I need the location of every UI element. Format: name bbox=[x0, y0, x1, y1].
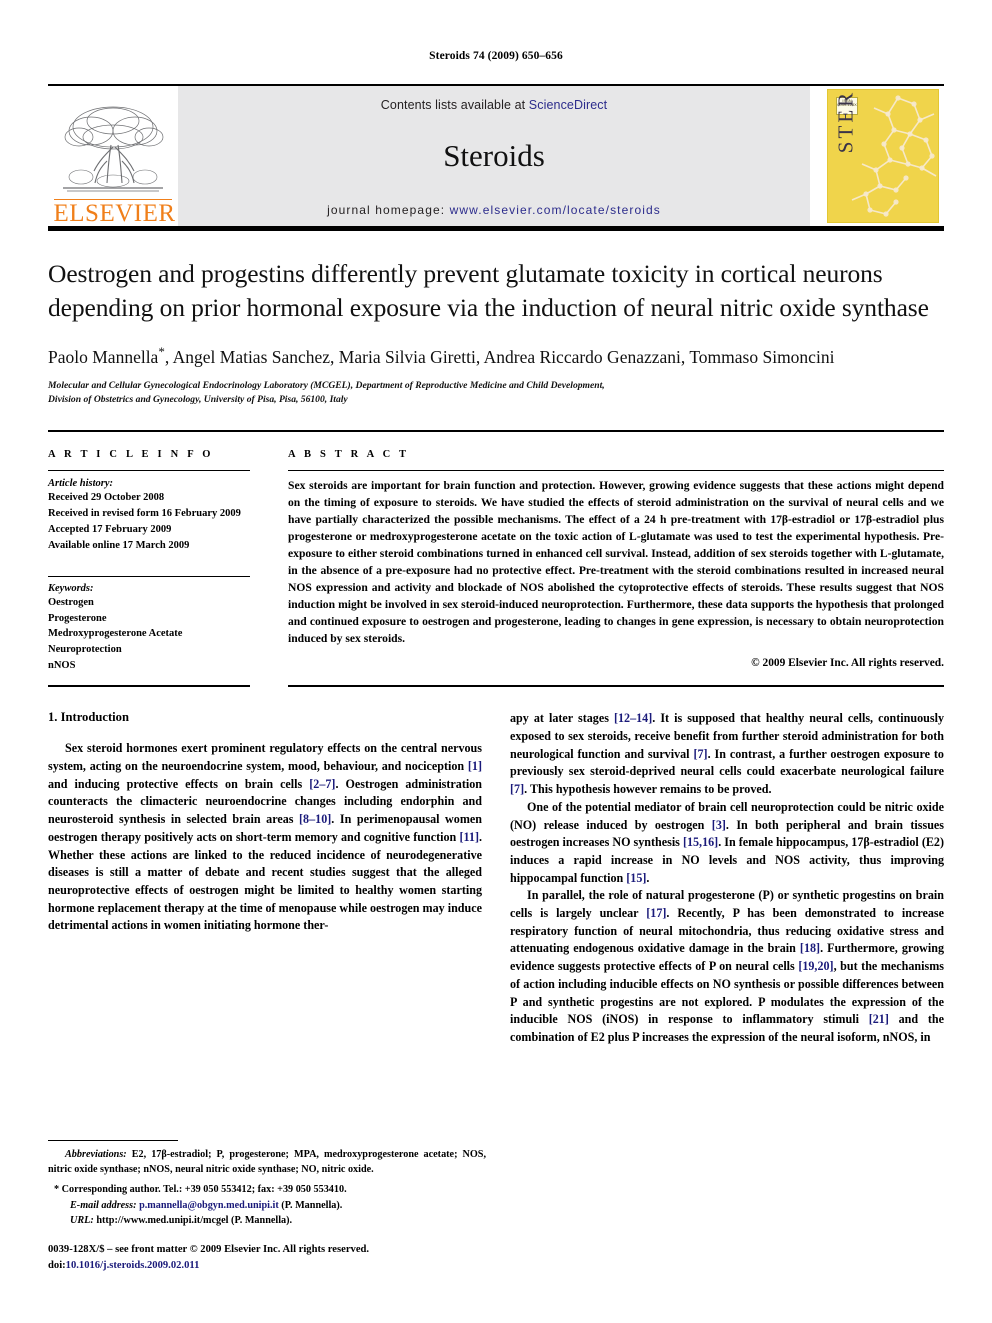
footnote-url: URL: http://www.med.unipi.it/mcgel (P. M… bbox=[48, 1213, 486, 1228]
title-block: Oestrogen and progestins differently pre… bbox=[48, 257, 944, 408]
citation-reference[interactable]: [2–7] bbox=[309, 777, 335, 791]
keyword-item: nNOS bbox=[48, 660, 76, 672]
abstract-text: Sex steroids are important for brain fun… bbox=[288, 478, 944, 645]
body-column-left: 1. Introduction Sex steroid hormones exe… bbox=[48, 710, 482, 1046]
doi-link[interactable]: 10.1016/j.steroids.2009.02.011 bbox=[66, 1260, 200, 1271]
elsevier-tree-icon bbox=[62, 106, 163, 192]
intro-paragraph: In parallel, the role of natural progest… bbox=[510, 888, 945, 1044]
footnotes-block: Abbreviations: E2, 17β-estradiol; P, pro… bbox=[48, 1139, 486, 1273]
footnote-abbreviations: Abbreviations: E2, 17β-estradiol; P, pro… bbox=[48, 1148, 486, 1178]
url-link[interactable]: http://www.med.unipi.it/mcgel bbox=[96, 1215, 228, 1226]
cover-artwork: ISSN 0039-128X STEROIDS bbox=[827, 89, 939, 223]
info-bottom-rule-right bbox=[288, 685, 944, 688]
homepage-prefix-text: journal homepage: bbox=[327, 203, 450, 217]
cover-journal-title: STEROIDS bbox=[833, 89, 858, 154]
keywords-rule bbox=[48, 575, 250, 577]
journal-homepage-line: journal homepage: www.elsevier.com/locat… bbox=[327, 203, 661, 217]
journal-banner: Contents lists available at ScienceDirec… bbox=[178, 86, 810, 226]
corresponding-text: Corresponding author. Tel.: +39 050 5534… bbox=[61, 1184, 347, 1196]
journal-article-page: Steroids 74 (2009) 650–656 ELSEVIER Cont… bbox=[0, 0, 992, 1323]
article-history-title: Article history: bbox=[48, 477, 114, 489]
abbreviations-label: Abbreviations: bbox=[65, 1148, 127, 1160]
sciencedirect-link[interactable]: ScienceDirect bbox=[529, 98, 607, 112]
info-section-top-rule bbox=[48, 429, 944, 432]
article-info-column: A R T I C L E I N F O Article history: R… bbox=[48, 449, 288, 675]
doi-line: doi:10.1016/j.steroids.2009.02.011 bbox=[48, 1258, 486, 1273]
keyword-item: Progesterone bbox=[48, 612, 107, 624]
keyword-item: Medroxyprogesterone Acetate bbox=[48, 628, 183, 640]
citation-reference[interactable]: [18] bbox=[800, 941, 820, 955]
abstract-label: A B S T R A C T bbox=[288, 448, 410, 460]
doi-label: doi: bbox=[48, 1259, 66, 1271]
keyword-item: Oestrogen bbox=[48, 596, 94, 608]
issn-copyright-block: 0039-128X/$ – see front matter © 2009 El… bbox=[48, 1242, 486, 1273]
keywords-block: Keywords: Oestrogen Progesterone Medroxy… bbox=[48, 575, 250, 675]
elsevier-wordmark: ELSEVIER bbox=[53, 199, 176, 227]
intro-paragraph: Sex steroid hormones exert prominent reg… bbox=[48, 741, 482, 933]
article-history-item: Received in revised form 16 February 200… bbox=[48, 507, 241, 519]
email-link[interactable]: p.mannella@obgyn.med.unipi.it bbox=[139, 1200, 279, 1211]
citation-reference[interactable]: [21] bbox=[869, 1012, 889, 1026]
citation-reference[interactable]: [11] bbox=[459, 830, 478, 844]
journal-masthead: ELSEVIER Contents lists available at Sci… bbox=[48, 84, 944, 226]
citation-reference[interactable]: [1] bbox=[468, 759, 482, 773]
info-bottom-rule-left bbox=[48, 685, 288, 688]
email-suffix: (P. Mannella). bbox=[281, 1199, 343, 1211]
affiliation-line-1: Molecular and Cellular Gynecological End… bbox=[48, 379, 605, 391]
citation-reference[interactable]: [7] bbox=[510, 782, 524, 796]
body-column-right: apy at later stages [12–14]. It is suppo… bbox=[510, 710, 944, 1046]
journal-homepage-link[interactable]: www.elsevier.com/locate/steroids bbox=[450, 203, 661, 217]
url-label: URL: bbox=[70, 1214, 94, 1226]
intro-paragraph: One of the potential mediator of brain c… bbox=[510, 799, 944, 885]
keywords-title: Keywords: bbox=[48, 582, 94, 594]
footnote-email: E-mail address: p.mannella@obgyn.med.uni… bbox=[48, 1198, 486, 1213]
elsevier-logo: ELSEVIER bbox=[48, 86, 178, 226]
citation-reference[interactable]: [17] bbox=[646, 906, 666, 920]
email-label: E-mail address: bbox=[70, 1199, 137, 1211]
contents-available-line: Contents lists available at ScienceDirec… bbox=[381, 98, 607, 112]
keyword-item: Neuroprotection bbox=[48, 644, 122, 656]
article-history-item: Available online 17 March 2009 bbox=[48, 539, 190, 551]
footnote-separator-rule bbox=[48, 1139, 178, 1141]
citation-reference[interactable]: [7] bbox=[693, 747, 707, 761]
affiliation-line-2: Division of Obstetrics and Gynecology, U… bbox=[48, 394, 348, 406]
citation-reference[interactable]: [3] bbox=[712, 818, 726, 832]
info-abstract-section: A R T I C L E I N F O Article history: R… bbox=[48, 449, 944, 675]
running-head: Steroids 74 (2009) 650–656 bbox=[429, 50, 563, 62]
journal-cover-thumbnail: ISSN 0039-128X STEROIDS bbox=[822, 86, 944, 226]
article-info-rule bbox=[48, 469, 250, 471]
journal-title: Steroids bbox=[443, 138, 545, 173]
author-list-rest: , Angel Matias Sanchez, Maria Silvia Gir… bbox=[164, 347, 835, 368]
info-section-bottom-rules bbox=[48, 685, 944, 688]
article-history-item: Accepted 17 February 2009 bbox=[48, 523, 172, 535]
author-corresponding: Paolo Mannella bbox=[48, 347, 159, 368]
masthead-bottom-rule bbox=[48, 226, 944, 231]
abstract-rule bbox=[288, 469, 944, 471]
footnote-corresponding-author: * Corresponding author. Tel.: +39 050 55… bbox=[48, 1182, 486, 1197]
page-title: Oestrogen and progestins differently pre… bbox=[48, 259, 929, 322]
article-info-label: A R T I C L E I N F O bbox=[48, 448, 214, 460]
url-suffix: (P. Mannella). bbox=[231, 1214, 293, 1226]
citation-reference[interactable]: [8–10] bbox=[299, 812, 331, 826]
citation-reference[interactable]: [15,16] bbox=[683, 835, 718, 849]
article-history-item: Received 29 October 2008 bbox=[48, 491, 165, 503]
body-columns: 1. Introduction Sex steroid hormones exe… bbox=[48, 710, 944, 1046]
abstract-copyright: © 2009 Elsevier Inc. All rights reserved… bbox=[751, 656, 944, 669]
intro-paragraph: apy at later stages [12–14]. It is suppo… bbox=[510, 711, 944, 797]
citation-reference[interactable]: [19,20] bbox=[798, 959, 833, 973]
affiliation: Molecular and Cellular Gynecological End… bbox=[48, 379, 944, 408]
author-list: Paolo Mannella*, Angel Matias Sanchez, M… bbox=[48, 343, 944, 370]
corresponding-marker: * bbox=[54, 1184, 60, 1196]
contents-prefix-text: Contents lists available at bbox=[380, 98, 529, 112]
citation-reference[interactable]: [12–14] bbox=[614, 711, 652, 725]
abstract-column: A B S T R A C T Sex steroids are importa… bbox=[288, 449, 944, 675]
section-heading-introduction: 1. Introduction bbox=[48, 710, 129, 725]
issn-line: 0039-128X/$ – see front matter © 2009 El… bbox=[48, 1244, 370, 1256]
citation-reference[interactable]: [15] bbox=[626, 871, 646, 885]
